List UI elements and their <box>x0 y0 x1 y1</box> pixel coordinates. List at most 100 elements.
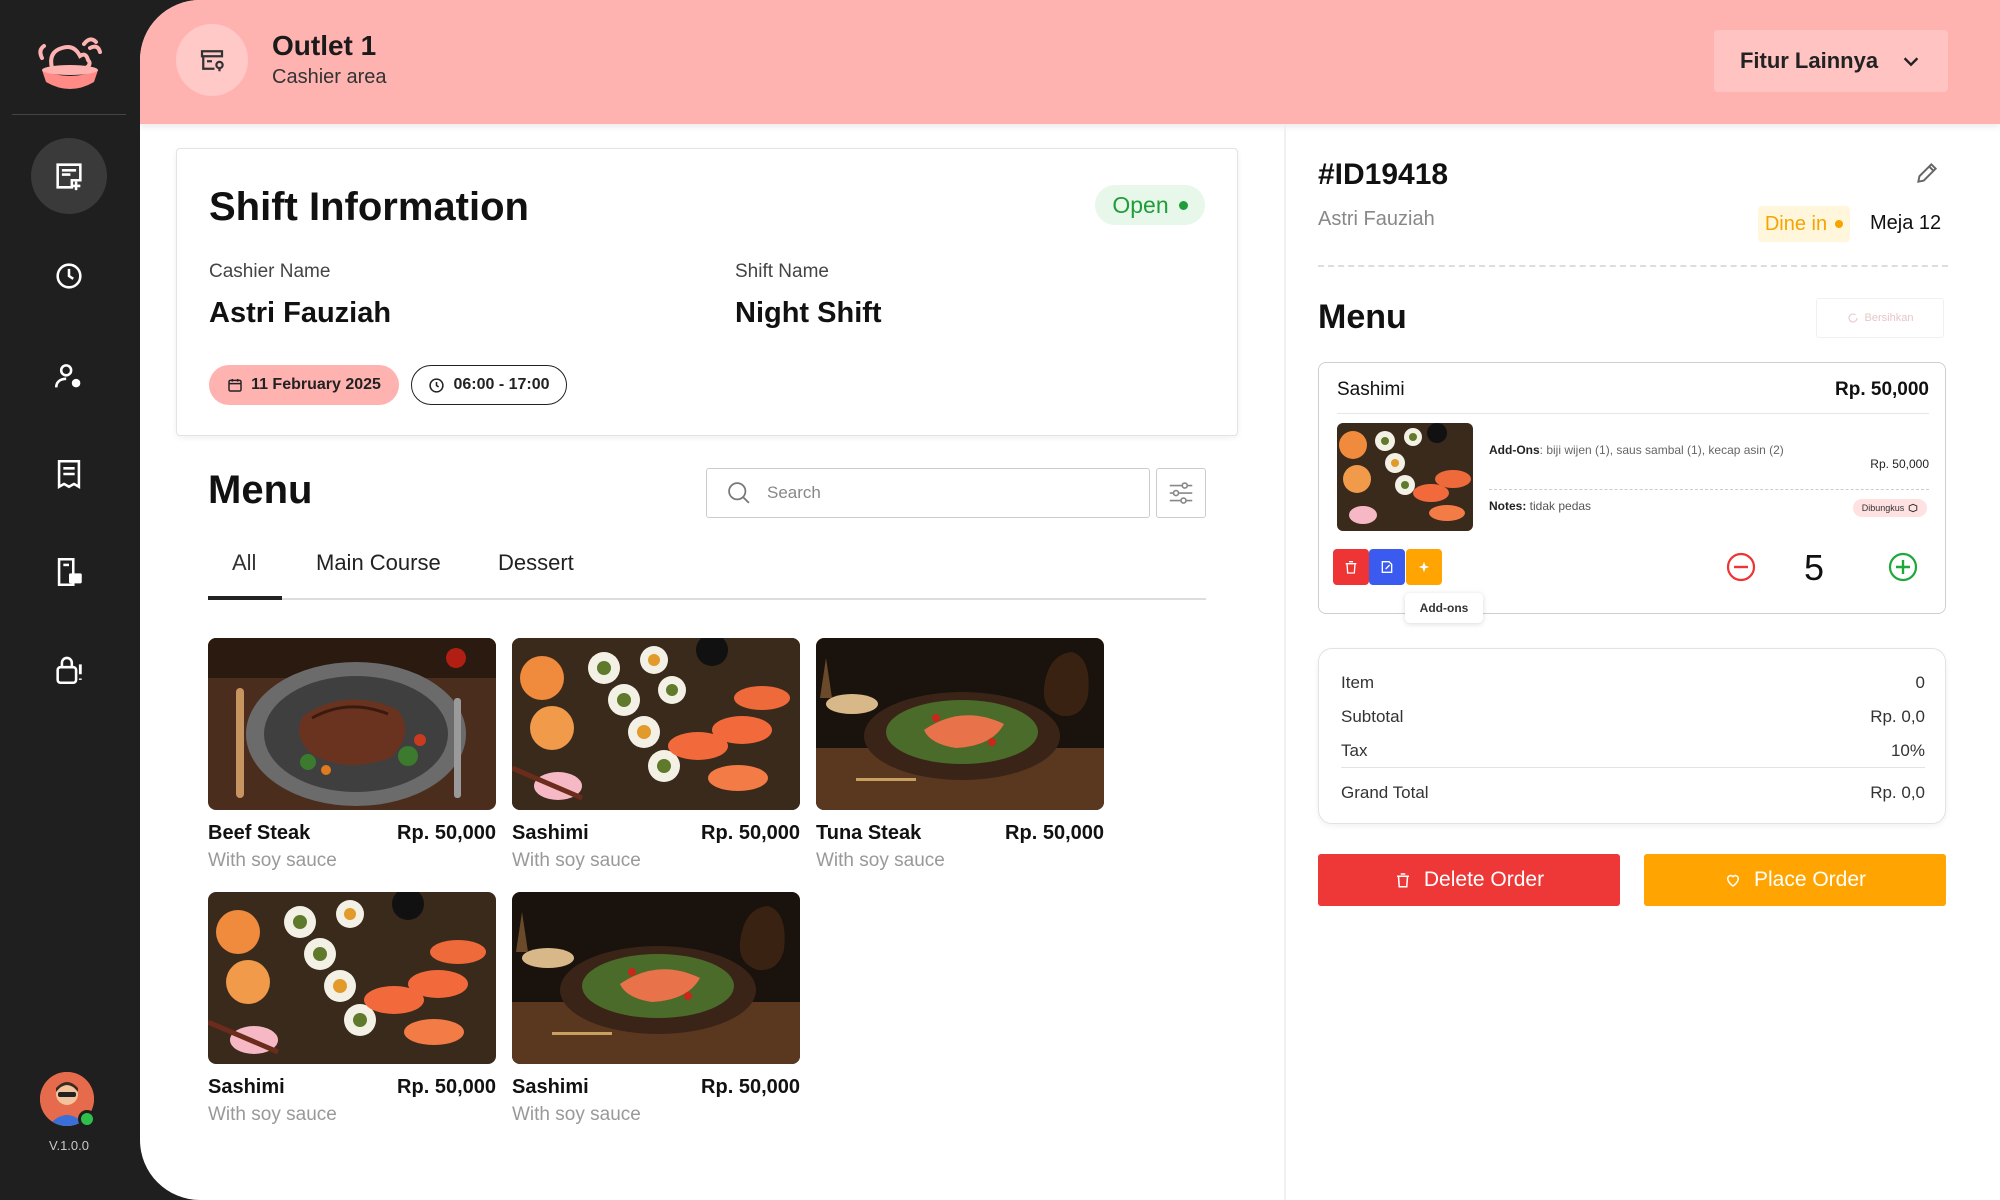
line-item-price: Rp. 50,000 <box>1835 379 1929 400</box>
lock-alert-icon <box>56 656 82 685</box>
tab-all[interactable]: All <box>232 550 256 576</box>
active-tab-indicator <box>208 596 282 600</box>
sidebar-item-users[interactable] <box>31 338 107 414</box>
packaging-badge: Dibungkus <box>1853 499 1927 517</box>
sashimi-image <box>512 638 800 810</box>
new-order-icon <box>56 163 82 191</box>
summary-subtotal-row: Subtotal Rp. 0,0 <box>1341 707 1925 727</box>
summary-item-row: Item 0 <box>1341 673 1925 693</box>
menu-item-desc: With soy sauce <box>208 1104 337 1125</box>
menu-item-price: Rp. 50,000 <box>701 822 800 844</box>
add-ons-button[interactable] <box>1406 549 1442 585</box>
clock-icon <box>429 377 445 393</box>
menu-card[interactable]: Sashimi Rp. 50,000 With soy sauce <box>512 892 800 1132</box>
line-item-name: Sashimi <box>1337 379 1405 400</box>
receipt-icon <box>57 459 81 489</box>
sidebar-item-new-order[interactable] <box>31 138 107 214</box>
chevron-down-icon <box>1903 57 1919 67</box>
table-number: Meja 12 <box>1870 212 1942 234</box>
search-input[interactable] <box>767 483 1127 503</box>
edit-order-button[interactable] <box>1914 160 1940 186</box>
user-settings-icon <box>54 364 81 388</box>
heart-icon <box>1726 874 1739 887</box>
trash-icon <box>1345 561 1357 574</box>
menu-search-box[interactable] <box>706 468 1150 518</box>
menu-item-price: Rp. 50,000 <box>1005 822 1104 844</box>
category-tabs: All Main Course Dessert <box>208 540 1206 600</box>
order-line-item: Sashimi Rp. 50,000 Add-Ons: biji wijen (… <box>1318 362 1946 623</box>
tuna-steak-image <box>816 638 1104 810</box>
shift-time-pill: 06:00 - 17:00 <box>411 365 567 405</box>
dashed-divider <box>1318 265 1948 267</box>
order-id: #ID19418 <box>1318 158 1449 191</box>
summary-tax-row: Tax 10% <box>1341 741 1925 761</box>
addons-price: Rp. 50,000 <box>1870 457 1929 471</box>
clear-order-label: Bersihkan <box>1864 312 1914 324</box>
summary-grand-total-label: Grand Total <box>1341 783 1429 802</box>
menu-card[interactable]: Tuna Steak Rp. 50,000 With soy sauce <box>816 638 1104 878</box>
sidebar-item-history[interactable] <box>31 238 107 314</box>
summary-subtotal-label: Subtotal <box>1341 707 1404 726</box>
order-summary: Item 0 Subtotal Rp. 0,0 Tax 10% Grand To… <box>1318 648 1946 824</box>
package-icon <box>1909 503 1918 513</box>
sparkle-icon <box>1418 561 1430 573</box>
shift-name-value: Night Shift <box>735 297 882 329</box>
delete-order-label: Delete Order <box>1423 868 1545 891</box>
order-type-badge: Dine in <box>1758 206 1850 242</box>
print-report-icon <box>57 557 82 587</box>
summary-item-label: Item <box>1341 673 1375 692</box>
menu-card[interactable]: Sashimi Rp. 50,000 With soy sauce <box>512 638 800 878</box>
sliders-icon <box>1169 482 1193 504</box>
order-type-label: Dine in <box>1764 212 1828 235</box>
more-features-dropdown[interactable]: Fitur Lainnya <box>1714 30 1948 92</box>
addons-label: Add-Ons <box>1489 443 1540 457</box>
search-icon <box>728 482 750 504</box>
summary-tax-value: 10% <box>1890 741 1925 760</box>
sidebar-item-receipts[interactable] <box>31 436 107 512</box>
menu-item-price: Rp. 50,000 <box>701 1076 800 1098</box>
menu-item-price: Rp. 50,000 <box>397 1076 496 1098</box>
summary-grand-total-row: Grand Total Rp. 0,0 <box>1341 783 1925 803</box>
edit-item-button[interactable] <box>1369 549 1405 585</box>
menu-item-name: Beef Steak <box>208 822 311 844</box>
menu-item-name: Tuna Steak <box>816 822 922 844</box>
menu-card[interactable]: Sashimi Rp. 50,000 With soy sauce <box>208 892 496 1132</box>
sidebar-item-lock[interactable] <box>31 632 107 708</box>
summary-tax-label: Tax <box>1341 741 1368 760</box>
tab-main-course[interactable]: Main Course <box>316 550 441 576</box>
line-item-image <box>1337 423 1473 531</box>
add-ons-tooltip: Add-ons <box>1405 593 1483 623</box>
outlet-subtitle: Cashier area <box>272 66 387 88</box>
outlet-title: Outlet 1 <box>272 30 377 61</box>
calendar-icon <box>228 379 242 392</box>
menu-card[interactable]: Beef Steak Rp. 50,000 With soy sauce <box>208 638 496 878</box>
more-features-label: Fitur Lainnya <box>1739 48 1879 73</box>
main-panel: Outlet 1 Cashier area Fitur Lainnya Shif… <box>140 0 2000 1200</box>
decrease-quantity-button[interactable] <box>1725 551 1757 583</box>
sidebar-divider <box>12 114 126 115</box>
menu-item-desc: With soy sauce <box>512 850 641 871</box>
line-item-divider <box>1337 413 1929 414</box>
increase-quantity-button[interactable] <box>1887 551 1919 583</box>
panel-divider <box>1284 124 1286 1200</box>
filter-button[interactable] <box>1156 468 1206 518</box>
sidebar-item-print[interactable] <box>31 534 107 610</box>
chicken-logo-icon <box>34 34 106 98</box>
place-order-button[interactable]: Place Order <box>1644 854 1946 906</box>
addons-text: : biji wijen (1), saus sambal (1), kecap… <box>1539 443 1784 457</box>
delete-order-button[interactable]: Delete Order <box>1318 854 1620 906</box>
clear-order-button[interactable]: Bersihkan <box>1816 298 1944 338</box>
beef-steak-image <box>208 638 496 810</box>
top-header: Outlet 1 Cashier area Fitur Lainnya <box>140 0 2000 124</box>
online-status-indicator <box>78 1110 96 1128</box>
shift-name-label: Shift Name <box>735 261 829 282</box>
menu-item-name: Sashimi <box>512 1076 589 1098</box>
menu-item-desc: With soy sauce <box>208 850 337 871</box>
delete-item-button[interactable] <box>1333 549 1369 585</box>
notes-text: tidak pedas <box>1526 499 1592 513</box>
refresh-icon <box>1848 313 1858 323</box>
notes-label: Notes: <box>1489 499 1527 513</box>
tab-dessert[interactable]: Dessert <box>498 550 574 576</box>
menu-item-desc: With soy sauce <box>512 1104 641 1125</box>
trash-icon <box>1396 873 1409 888</box>
